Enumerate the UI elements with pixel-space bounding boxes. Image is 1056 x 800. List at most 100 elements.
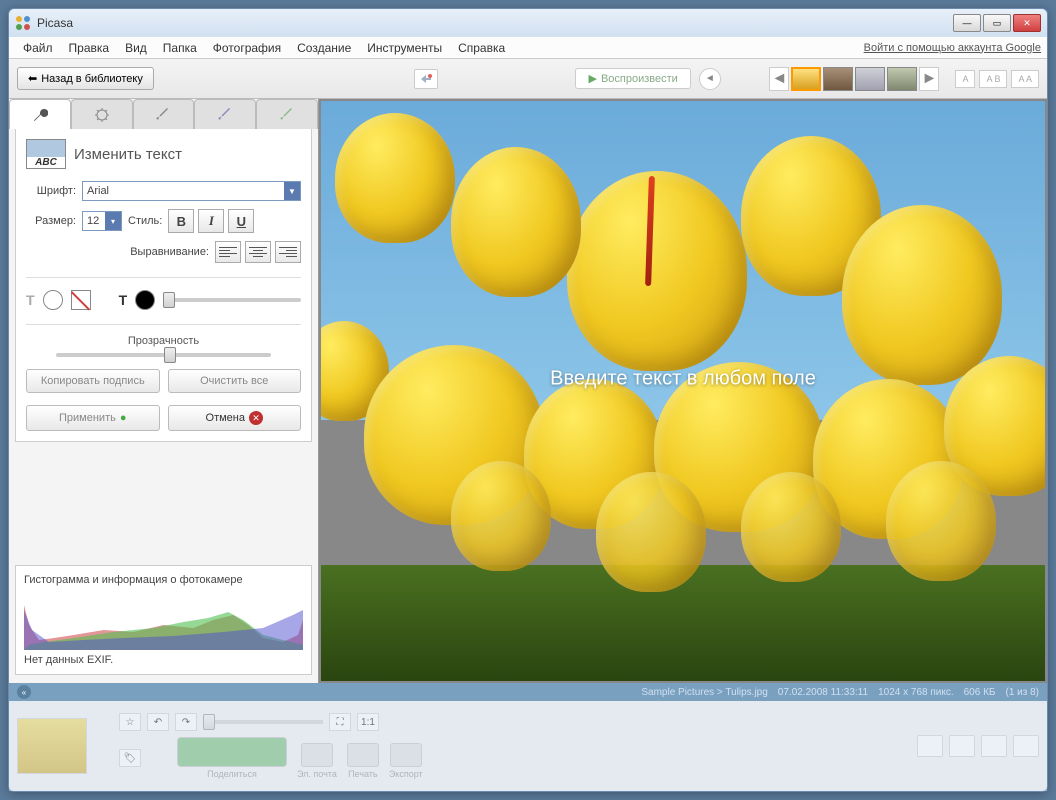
size-input[interactable]: 12 ▾	[82, 211, 122, 231]
thumbnail-strip: ◄ ►	[769, 67, 939, 91]
opacity-slider[interactable]	[56, 353, 271, 357]
link-icon-button[interactable]	[414, 69, 438, 89]
check-icon: ●	[120, 412, 127, 424]
export-button[interactable]: Экспорт	[389, 743, 423, 779]
clear-all-button[interactable]: Очистить все	[168, 369, 302, 393]
align-right-button[interactable]	[275, 241, 301, 263]
rotate-right-button[interactable]: ↷	[175, 713, 197, 731]
outline-color-t: T	[119, 292, 128, 308]
nav-prev-round[interactable]: ◄	[699, 68, 721, 90]
tag2-icon[interactable]	[981, 735, 1007, 757]
thumb-3[interactable]	[855, 67, 885, 91]
status-size: 606 КБ	[964, 687, 996, 698]
status-dims: 1024 x 768 пикс.	[878, 687, 954, 698]
tab-tune[interactable]	[71, 99, 133, 129]
underline-button[interactable]: U	[228, 209, 254, 233]
thumb-4[interactable]	[887, 67, 917, 91]
actual-button[interactable]: 1:1	[357, 713, 379, 731]
menu-tools[interactable]: Инструменты	[359, 39, 450, 57]
canvas[interactable]: Введите текст в любом поле	[319, 99, 1047, 683]
app-title: Picasa	[37, 16, 953, 30]
no-fill-swatch[interactable]	[71, 290, 91, 310]
apply-button[interactable]: Применить ●	[26, 405, 160, 431]
maximize-button[interactable]: ▭	[983, 14, 1011, 32]
status-index: (1 из 8)	[1005, 687, 1039, 698]
exif-info: Нет данных EXIF.	[24, 654, 303, 666]
label-btn-1[interactable]: A	[955, 70, 975, 88]
font-value: Arial	[87, 185, 109, 197]
outline-color-swatch[interactable]	[135, 290, 155, 310]
text-placeholder[interactable]: Введите текст в любом поле	[550, 368, 816, 391]
image-preview: Введите текст в любом поле	[321, 101, 1045, 681]
align-label: Выравнивание:	[130, 246, 209, 258]
fill-color-swatch[interactable]	[43, 290, 63, 310]
status-path: Sample Pictures > Tulips.jpg	[641, 687, 767, 698]
signin-link[interactable]: Войти с помощью аккаунта Google	[864, 42, 1041, 54]
text-tool-icon: ABC	[26, 139, 66, 169]
minimize-button[interactable]: —	[953, 14, 981, 32]
tag-button[interactable]: 🏷	[119, 749, 141, 767]
collapse-button[interactable]: «	[17, 685, 31, 699]
close-button[interactable]: ✕	[1013, 14, 1041, 32]
spinner-icon: ▾	[105, 212, 121, 230]
menu-edit[interactable]: Правка	[61, 39, 118, 57]
statusbar: « Sample Pictures > Tulips.jpg 07.02.200…	[9, 683, 1047, 701]
style-label: Стиль:	[128, 215, 162, 227]
email-button[interactable]: Эл. почта	[297, 743, 337, 779]
shop-icon[interactable]	[917, 735, 943, 757]
tab-brush3[interactable]	[256, 99, 318, 129]
rotate-left-button[interactable]: ↶	[147, 713, 169, 731]
x-icon: ✕	[249, 411, 263, 425]
menu-folder[interactable]: Папка	[155, 39, 205, 57]
thumb-next[interactable]: ►	[919, 67, 939, 91]
share-button[interactable]: Поделиться	[177, 737, 287, 779]
tray-thumb[interactable]	[17, 718, 87, 774]
fill-color-t: T	[26, 292, 35, 308]
tab-brush2[interactable]	[194, 99, 256, 129]
titlebar: Picasa — ▭ ✕	[9, 9, 1047, 37]
size-label: Размер:	[26, 215, 76, 227]
geo-icon[interactable]	[949, 735, 975, 757]
play-icon: ▶	[588, 72, 596, 85]
tab-brush1[interactable]	[133, 99, 195, 129]
print-button[interactable]: Печать	[347, 743, 379, 779]
thumb-2[interactable]	[823, 67, 853, 91]
opacity-label: Прозрачность	[26, 335, 301, 347]
bold-button[interactable]: B	[168, 209, 194, 233]
fit-button[interactable]: ⛶	[329, 713, 351, 731]
play-label: Воспроизвести	[601, 73, 678, 85]
font-select[interactable]: Arial ▼	[82, 181, 301, 201]
cancel-label: Отмена	[206, 412, 245, 424]
cancel-button[interactable]: Отмена ✕	[168, 405, 302, 431]
toolbar: ⬅ Назад в библиотеку ▶ Воспроизвести ◄ ◄…	[9, 59, 1047, 99]
label-btn-3[interactable]: A A	[1011, 70, 1039, 88]
tab-wrench[interactable]	[9, 99, 71, 129]
histogram-title: Гистограмма и информация о фотокамере	[24, 574, 303, 586]
back-to-library-button[interactable]: ⬅ Назад в библиотеку	[17, 67, 154, 90]
menu-file[interactable]: Файл	[15, 39, 61, 57]
status-date: 07.02.2008 11:33:11	[778, 687, 868, 698]
info-icon[interactable]	[1013, 735, 1039, 757]
menu-create[interactable]: Создание	[289, 39, 359, 57]
panel-title: Изменить текст	[74, 146, 182, 163]
menu-photo[interactable]: Фотография	[205, 39, 289, 57]
align-center-button[interactable]	[245, 241, 271, 263]
histogram-panel: Гистограмма и информация о фотокамере Не…	[15, 565, 312, 675]
thumb-prev[interactable]: ◄	[769, 67, 789, 91]
menu-view[interactable]: Вид	[117, 39, 155, 57]
histogram-chart	[24, 590, 303, 650]
align-left-button[interactable]	[215, 241, 241, 263]
italic-button[interactable]: I	[198, 209, 224, 233]
label-btn-2[interactable]: A B	[979, 70, 1007, 88]
back-label: Назад в библиотеку	[41, 73, 143, 85]
star-button[interactable]: ☆	[119, 713, 141, 731]
menu-help[interactable]: Справка	[450, 39, 513, 57]
apply-label: Применить	[59, 412, 116, 424]
outline-width-slider[interactable]	[163, 298, 301, 302]
thumb-1[interactable]	[791, 67, 821, 91]
zoom-slider[interactable]	[203, 720, 323, 724]
arrow-left-icon: ⬅	[28, 72, 37, 85]
play-button[interactable]: ▶ Воспроизвести	[575, 68, 690, 89]
menubar: Файл Правка Вид Папка Фотография Создани…	[9, 37, 1047, 59]
copy-caption-button[interactable]: Копировать подпись	[26, 369, 160, 393]
